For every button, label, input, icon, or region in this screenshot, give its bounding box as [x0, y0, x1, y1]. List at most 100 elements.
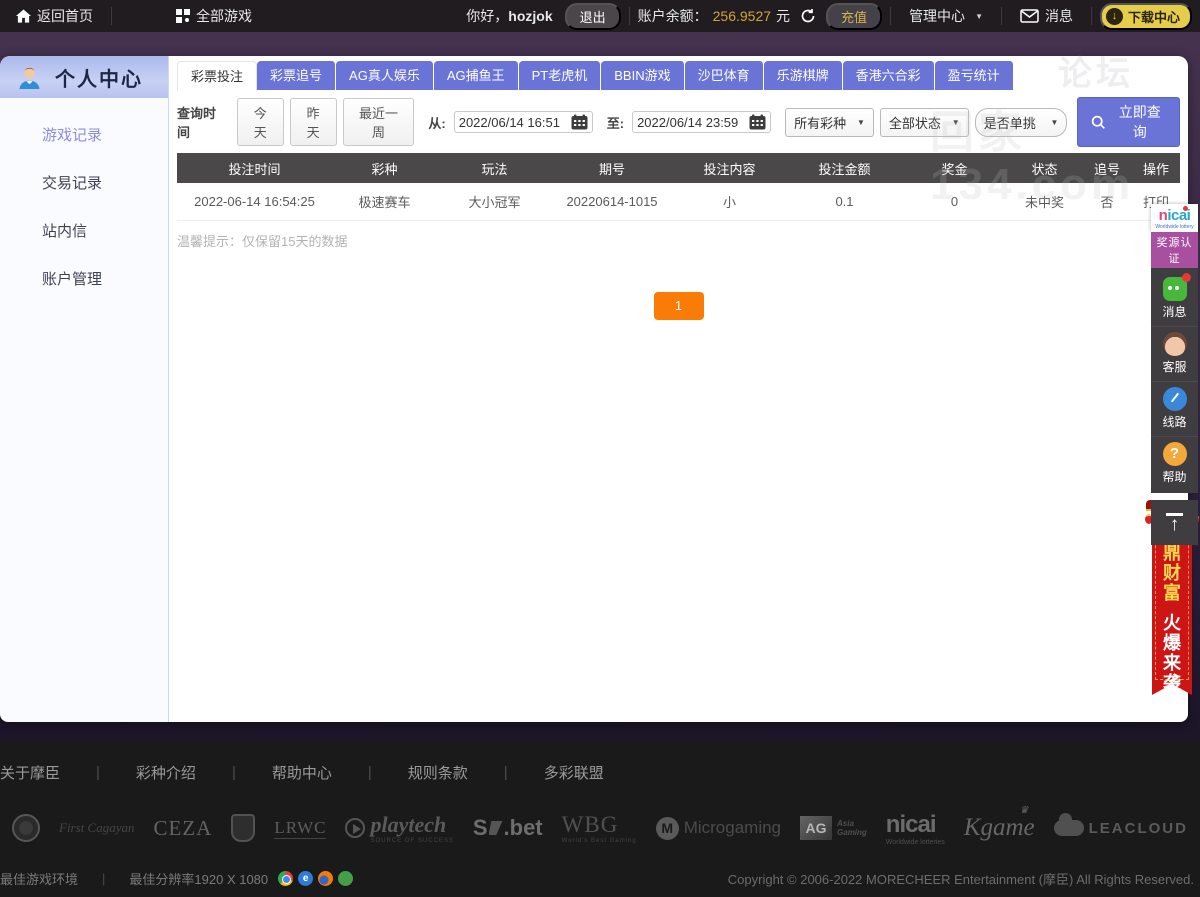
sidebar-item-site-mail[interactable]: 站内信 [0, 220, 168, 268]
messages-link[interactable]: 消息 [1010, 6, 1083, 26]
tab-saba-sports[interactable]: 沙巴体育 [685, 61, 764, 90]
avatar [16, 64, 43, 91]
kgame-logo: ♛ Kgame [964, 814, 1035, 842]
divider [629, 7, 630, 25]
chevron-down-icon: ▼ [857, 118, 865, 127]
query-time-label: 查询时间 [177, 103, 227, 141]
tab-profit-stats[interactable]: 盈亏统计 [935, 61, 1014, 90]
balance-unit: 元 [776, 6, 790, 26]
from-date-input[interactable] [459, 115, 567, 130]
messages-widget[interactable]: 消息 [1151, 272, 1198, 327]
single-pick-value: 是否单挑 [984, 113, 1036, 132]
footer-link-rules[interactable]: 规则条款 [408, 762, 468, 783]
last-week-button[interactable]: 最近一周 [343, 98, 415, 146]
admin-center-label: 管理中心 [909, 6, 965, 26]
best-env-text: 最佳游戏环境 [0, 869, 78, 888]
yesterday-button[interactable]: 昨天 [290, 98, 337, 146]
tab-bbin-games[interactable]: BBIN游戏 [601, 61, 684, 90]
float-widgets: nicai Worldwide lottery 奖源认证 消息 客服 线路 ? … [1151, 204, 1198, 545]
cell-prize: 0 [902, 183, 1007, 220]
quick-panel: 消息 客服 线路 ? 帮助 [1151, 268, 1198, 493]
pagination: 1 [169, 292, 1188, 320]
tab-pt-slots[interactable]: PT老虎机 [519, 61, 602, 90]
status-select[interactable]: 全部状态 ▼ [880, 108, 969, 137]
widget-label: 客服 [1151, 358, 1198, 375]
cloud-icon [1054, 820, 1084, 836]
refresh-icon[interactable] [800, 8, 816, 24]
divider: | [504, 764, 508, 781]
sbet-logo: S.bet [473, 815, 543, 841]
copyright-text: Copyright © 2006-2022 MORECHEER Entertai… [728, 869, 1194, 888]
footer-link-about[interactable]: 关于摩臣 [0, 762, 60, 783]
sidebar-item-account-management[interactable]: 账户管理 [0, 268, 168, 316]
footer-link-lottery-intro[interactable]: 彩种介绍 [136, 762, 196, 783]
widget-label: 线路 [1151, 413, 1198, 430]
divider [111, 7, 112, 25]
lottery-type-select[interactable]: 所有彩种 ▼ [785, 108, 874, 137]
divider [1091, 7, 1092, 25]
sidebar-item-transaction-records[interactable]: 交易记录 [0, 172, 168, 220]
page-1-button[interactable]: 1 [654, 292, 704, 320]
table-row: 2022-06-14 16:54:25 极速赛车 大小冠军 20220614-1… [177, 183, 1180, 220]
recharge-button[interactable]: 充值 [826, 3, 882, 30]
footer-links: 关于摩臣 | 彩种介绍 | 帮助中心 | 规则条款 | 多彩联盟 [0, 740, 1200, 783]
footer-link-alliance[interactable]: 多彩联盟 [544, 762, 604, 783]
col-content: 投注内容 [672, 153, 787, 183]
tab-lottery-bets[interactable]: 彩票投注 [177, 61, 257, 90]
sidebar-item-game-records[interactable]: 游戏记录 [0, 124, 168, 172]
tab-lottery-chase[interactable]: 彩票追号 [257, 61, 336, 90]
cell-chase: 否 [1082, 183, 1132, 220]
ag-icon: AG [800, 816, 832, 840]
cell-lottery: 极速赛车 [332, 183, 437, 220]
tab-hk-lottery[interactable]: 香港六合彩 [843, 61, 935, 90]
download-label: 下载中心 [1128, 7, 1180, 26]
lines-widget[interactable]: 线路 [1151, 382, 1198, 437]
col-amount: 投注金额 [787, 153, 902, 183]
tab-leyou-chess[interactable]: 乐游棋牌 [764, 61, 843, 90]
divider: | [96, 764, 100, 781]
lrwc-logo: LRWC [274, 818, 326, 839]
all-games-link[interactable]: 全部游戏 [166, 6, 262, 26]
partner-logos: First Cagayan CEZA LRWC playtechSOURCE O… [0, 799, 1200, 857]
help-widget[interactable]: ? 帮助 [1151, 437, 1198, 491]
divider: | [102, 871, 105, 886]
nicai-logo: nicai Worldwide lottery [1151, 204, 1198, 232]
firefox-icon [318, 871, 333, 886]
from-label: 从: [428, 113, 445, 132]
to-date-input[interactable] [637, 115, 745, 130]
col-action: 操作 [1132, 153, 1180, 183]
chevron-down-icon: ▼ [1050, 118, 1058, 127]
balance-value: 256.9527 [713, 8, 771, 24]
calendar-icon[interactable] [571, 114, 588, 130]
download-center-button[interactable]: ↓ 下载中心 [1100, 3, 1192, 30]
calendar-icon[interactable] [749, 114, 766, 130]
back-to-top-button[interactable]: ↑ [1151, 500, 1198, 545]
tab-ag-live[interactable]: AG真人娱乐 [336, 61, 434, 90]
search-button[interactable]: 立即查询 [1077, 97, 1180, 147]
admin-center-menu[interactable]: 管理中心 ▼ [899, 6, 993, 26]
sidebar-title: 个人中心 [55, 63, 143, 92]
messages-label: 消息 [1045, 6, 1073, 26]
username: hozjok [508, 8, 552, 24]
asia-gaming-logo: AG AsiaGaming [800, 816, 867, 840]
logout-button[interactable]: 退出 [565, 3, 621, 30]
crest-logo [231, 814, 255, 842]
cell-bet-time: 2022-06-14 16:54:25 [177, 183, 332, 220]
chrome-icon [278, 871, 293, 886]
resolution-text: 最佳分辨率1920 X 1080 [129, 869, 268, 888]
gauge-icon [1163, 387, 1187, 411]
query-bar: 查询时间 今天 昨天 最近一周 从: 至: 所有彩种 ▼ [177, 97, 1180, 147]
footer-link-help-center[interactable]: 帮助中心 [272, 762, 332, 783]
single-pick-select[interactable]: 是否单挑 ▼ [975, 108, 1068, 137]
customer-service-widget[interactable]: 客服 [1151, 327, 1198, 382]
today-button[interactable]: 今天 [237, 98, 284, 146]
grid-icon [176, 9, 190, 23]
divider [1001, 7, 1002, 25]
col-status: 状态 [1007, 153, 1082, 183]
envelope-icon [1020, 9, 1039, 23]
tab-ag-fishing[interactable]: AG捕鱼王 [434, 61, 519, 90]
all-games-label: 全部游戏 [196, 6, 252, 26]
microgaming-icon: M [656, 817, 679, 840]
sidebar-menu: 游戏记录 交易记录 站内信 账户管理 [0, 98, 168, 316]
home-link[interactable]: 返回首页 [6, 6, 103, 26]
